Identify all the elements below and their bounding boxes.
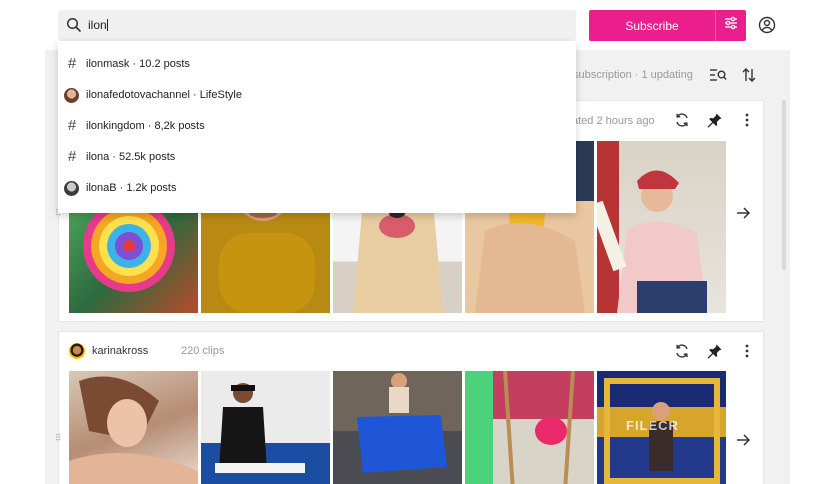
next-clips-button[interactable] — [735, 432, 751, 453]
filter-icon — [723, 15, 739, 36]
pin-button[interactable] — [707, 112, 723, 133]
drag-handle[interactable]: ⠿ — [55, 434, 62, 443]
list-search-button[interactable] — [709, 67, 727, 88]
suggestion-item[interactable]: ilonafedotovachannel · LifeStyle — [58, 80, 576, 111]
pin-button[interactable] — [707, 343, 723, 364]
pin-icon — [707, 113, 722, 128]
clip-thumbnail[interactable] — [597, 141, 726, 313]
channel-name[interactable]: karinakross — [92, 345, 148, 357]
app-window: ilon Subscribe subscription · 1 updating… — [45, 0, 790, 484]
next-clips-button[interactable] — [735, 205, 751, 226]
sort-icon — [742, 68, 756, 82]
clip-thumbnail[interactable] — [201, 371, 330, 484]
arrow-right-icon — [737, 207, 751, 219]
suggestion-label: ilonafedotovachannel · LifeStyle — [86, 89, 242, 101]
hashtag-icon: # — [67, 117, 77, 134]
suggestion-item[interactable]: # ilonkingdom · 8,2k posts — [58, 111, 576, 142]
subscription-card: karinakross 220 clips ⠿ — [55, 331, 764, 484]
avatar — [64, 88, 79, 103]
search-input[interactable]: ilon — [88, 18, 108, 32]
suggestion-label: ilonaB · 1.2k posts — [86, 182, 177, 194]
text-caret — [106, 19, 108, 31]
more-icon — [745, 344, 749, 358]
subscription-status: subscription · 1 updating — [573, 69, 693, 81]
card-header: karinakross 220 clips — [59, 332, 763, 368]
clip-count: 220 clips — [181, 345, 225, 357]
avatar — [64, 181, 79, 196]
suggestion-label: ilonmask · 10.2 posts — [86, 58, 190, 70]
filter-button[interactable] — [715, 10, 746, 41]
refresh-button[interactable] — [674, 343, 690, 364]
more-options-button[interactable] — [739, 343, 755, 364]
clip-thumbnail[interactable] — [333, 371, 462, 484]
more-icon — [745, 113, 749, 127]
refresh-button[interactable] — [674, 112, 690, 133]
arrow-right-icon — [737, 434, 751, 446]
suggestion-item[interactable]: ilonaB · 1.2k posts — [58, 173, 576, 204]
hashtag-icon: # — [67, 55, 77, 72]
search-suggestions: # ilonmask · 10.2 posts ilonafedotovacha… — [58, 41, 576, 213]
clip-thumbnail[interactable] — [465, 371, 594, 484]
list-search-icon — [710, 69, 727, 81]
account-icon — [758, 16, 776, 38]
more-options-button[interactable] — [739, 112, 755, 133]
sort-button[interactable] — [742, 67, 756, 88]
scrollbar[interactable] — [782, 100, 786, 270]
watermark: FILECR — [626, 418, 679, 433]
account-button[interactable] — [758, 16, 776, 34]
suggestion-item[interactable]: # ilonmask · 10.2 posts — [58, 49, 576, 80]
clip-thumbnail[interactable] — [69, 371, 198, 484]
avatar[interactable] — [69, 343, 85, 359]
card-updated-time: ated 2 hours ago — [572, 115, 655, 127]
hashtag-icon: # — [67, 148, 77, 165]
refresh-icon — [676, 113, 688, 127]
search-box[interactable]: ilon — [58, 10, 576, 41]
search-input-value: ilon — [88, 18, 107, 32]
suggestion-item[interactable]: # ilona · 52.5k posts — [58, 142, 576, 173]
pin-icon — [707, 344, 722, 359]
suggestion-label: ilonkingdom · 8,2k posts — [86, 120, 205, 132]
subscribe-button[interactable]: Subscribe — [589, 10, 715, 41]
search-icon — [66, 17, 82, 38]
refresh-icon — [676, 344, 688, 358]
suggestion-label: ilona · 52.5k posts — [86, 151, 176, 163]
